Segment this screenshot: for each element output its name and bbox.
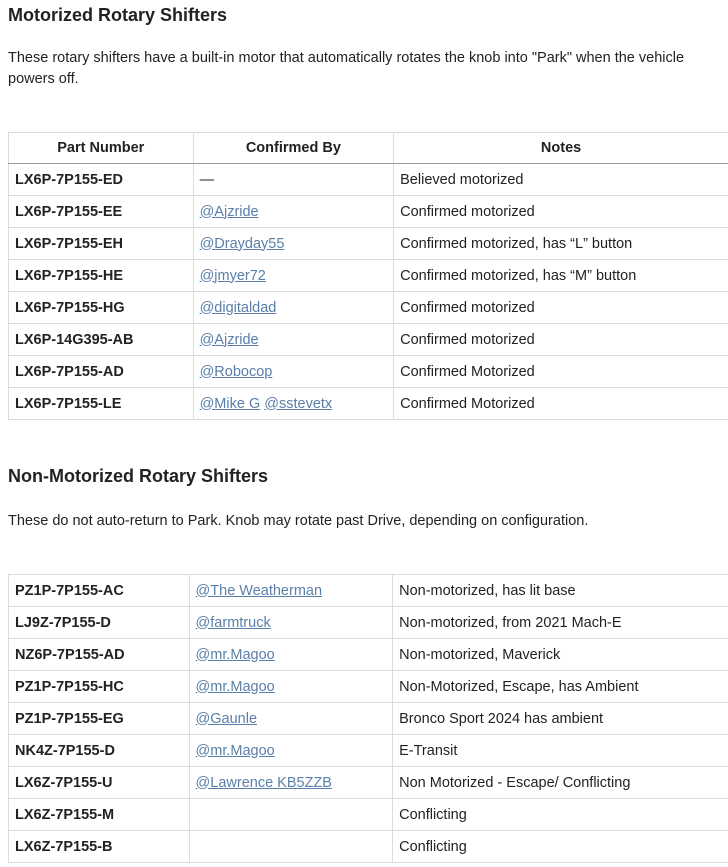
notes-cell: Believed motorized xyxy=(393,163,728,196)
table-row: LX6P-14G395-AB @Ajzride Confirmed motorize… xyxy=(8,323,728,356)
confirmed-by-cell: @jmyer72 xyxy=(192,259,395,292)
confirmed-by-cell: @mr.Magoo xyxy=(188,734,394,767)
part-number-cell: PZ1P-7P155-AC xyxy=(8,574,190,607)
notes-cell: Non-motorized, has lit base xyxy=(392,574,728,607)
user-mention-link[interactable]: @sstevetx xyxy=(264,396,332,412)
notes-cell: Confirmed Motorized xyxy=(393,355,728,388)
table-row: PZ1P-7P155-EG @Gaunle Bronco Sport 2024 ha… xyxy=(8,702,728,735)
confirmed-by-cell: @Ajzride xyxy=(192,195,395,228)
confirmed-by-cell: @Gaunle xyxy=(188,702,394,735)
notes-cell: Non-motorized, Maverick xyxy=(392,638,728,671)
part-number-cell: LX6P-7P155-AD xyxy=(8,355,194,388)
user-mention-link[interactable]: @mr.Magoo xyxy=(196,743,275,759)
notes-cell: Confirmed motorized xyxy=(393,323,728,356)
user-mention-link[interactable]: @mr.Magoo xyxy=(196,647,275,663)
table-row: LX6P-7P155-LE @Mike G @sstevetx Confirmed … xyxy=(8,387,728,420)
notes-cell: Non Motorized - Escape/ Conflicting xyxy=(392,766,728,799)
table-row: LX6Z-7P155-M Conflicting xyxy=(8,798,728,831)
user-mention-link[interactable]: @Gaunle xyxy=(196,711,257,727)
part-number-cell: LX6P-7P155-HE xyxy=(8,259,194,292)
user-mention-link[interactable]: @Ajzride xyxy=(200,204,259,220)
part-number-cell: LJ9Z-7P155-D xyxy=(8,606,190,639)
table-row: LJ9Z-7P155-D @farmtruck Non-motorized, fro… xyxy=(8,606,728,639)
confirmed-by-cell xyxy=(188,830,394,863)
motorized-shifters-table: Part Number Confirmed By Notes LX6P-7P15… xyxy=(8,132,728,420)
user-mention-link[interactable]: @Ajzride xyxy=(200,332,259,348)
table-row: LX6Z-7P155-U @Lawrence KB5ZZB Non Motorize… xyxy=(8,766,728,799)
non-motorized-shifters-table: PZ1P-7P155-AC @The Weatherman Non-motorize… xyxy=(8,574,728,863)
notes-cell: E-Transit xyxy=(392,734,728,767)
confirmed-by-cell: @Mike G @sstevetx xyxy=(192,387,395,420)
notes-cell: Non-Motorized, Escape, has Ambient xyxy=(392,670,728,703)
notes-cell: Confirmed motorized xyxy=(393,195,728,228)
table-row: PZ1P-7P155-HC @mr.Magoo Non-Motorized, Esc… xyxy=(8,670,728,703)
part-number-cell: NK4Z-7P155-D xyxy=(8,734,190,767)
column-header-confirmed-by: Confirmed By xyxy=(192,132,395,164)
confirmed-by-cell: @mr.Magoo xyxy=(188,638,394,671)
table-row: PZ1P-7P155-AC @The Weatherman Non-motorize… xyxy=(8,574,728,607)
confirmed-by-cell: — xyxy=(192,163,395,196)
notes-cell: Confirmed motorized xyxy=(393,291,728,324)
table-row: LX6P-7P155-EE @Ajzride Confirmed motorized xyxy=(8,195,728,228)
notes-cell: Bronco Sport 2024 has ambient xyxy=(392,702,728,735)
part-number-cell: LX6P-7P155-HG xyxy=(8,291,194,324)
part-number-cell: PZ1P-7P155-HC xyxy=(8,670,190,703)
column-header-part-number: Part Number xyxy=(8,132,194,164)
notes-cell: Non-motorized, from 2021 Mach-E xyxy=(392,606,728,639)
notes-cell: Confirmed motorized, has “M” button xyxy=(393,259,728,292)
user-mention-link[interactable]: @Robocop xyxy=(200,364,273,380)
column-header-notes: Notes xyxy=(393,132,728,164)
user-mention-link[interactable]: @The Weatherman xyxy=(196,583,322,599)
part-number-cell: PZ1P-7P155-EG xyxy=(8,702,190,735)
user-mention-link[interactable]: @jmyer72 xyxy=(200,268,266,284)
confirmed-by-cell: @mr.Magoo xyxy=(188,670,394,703)
user-mention-link[interactable]: @Lawrence KB5ZZB xyxy=(196,775,332,791)
part-number-cell: LX6P-7P155-EH xyxy=(8,227,194,260)
user-mention-link[interactable]: @mr.Magoo xyxy=(196,679,275,695)
part-number-cell: LX6P-7P155-EE xyxy=(8,195,194,228)
confirmed-by-cell: @farmtruck xyxy=(188,606,394,639)
confirmed-by-cell xyxy=(188,798,394,831)
part-number-cell: LX6Z-7P155-M xyxy=(8,798,190,831)
confirmed-by-cell: @digitaldad xyxy=(192,291,395,324)
table-row: NZ6P-7P155-AD @mr.Magoo Non-motorized, Mav… xyxy=(8,638,728,671)
motorized-section-title: Motorized Rotary Shifters xyxy=(8,5,228,25)
confirmed-by-cell: @Drayday55 xyxy=(192,227,395,260)
non-motorized-section-title: Non-Motorized Rotary Shifters xyxy=(8,466,269,486)
confirmed-by-cell: @The Weatherman xyxy=(188,574,394,607)
part-number-cell: LX6P-7P155-LE xyxy=(8,387,194,420)
table-row: LX6P-7P155-AD @Robocop Confirmed Motorized xyxy=(8,355,728,388)
table-header-row: Part Number Confirmed By Notes xyxy=(8,132,728,164)
user-mention-link[interactable]: @Mike G xyxy=(200,396,261,412)
notes-cell: Confirmed Motorized xyxy=(393,387,728,420)
motorized-section-description: These rotary shifters have a built-in mo… xyxy=(8,50,685,87)
table-row: LX6P-7P155-ED — Believed motorized xyxy=(8,163,728,196)
part-number-cell: NZ6P-7P155-AD xyxy=(8,638,190,671)
notes-cell: Conflicting xyxy=(392,830,728,863)
confirmed-by-cell: @Ajzride xyxy=(192,323,395,356)
confirmed-by-cell: @Robocop xyxy=(192,355,395,388)
part-number-cell: LX6Z-7P155-B xyxy=(8,830,190,863)
table-row: NK4Z-7P155-D @mr.Magoo E-Transit xyxy=(8,734,728,767)
table-row: LX6P-7P155-HG @digitaldad Confirmed motori… xyxy=(8,291,728,324)
user-mention-link[interactable]: @digitaldad xyxy=(200,300,277,316)
user-mention-link[interactable]: @Drayday55 xyxy=(200,236,285,252)
table-row: LX6P-7P155-HE @jmyer72 Confirmed motorized… xyxy=(8,259,728,292)
confirmed-by-cell: @Lawrence KB5ZZB xyxy=(188,766,394,799)
notes-cell: Conflicting xyxy=(392,798,728,831)
part-number-cell: LX6P-7P155-ED xyxy=(8,163,194,196)
notes-cell: Confirmed motorized, has “L” button xyxy=(393,227,728,260)
table-row: LX6P-7P155-EH @Drayday55 Confirmed motoriz… xyxy=(8,227,728,260)
part-number-cell: LX6P-14G395-AB xyxy=(8,323,194,356)
non-motorized-section-description: These do not auto-return to Park. Knob m… xyxy=(8,513,589,529)
part-number-cell: LX6Z-7P155-U xyxy=(8,766,190,799)
user-mention-link[interactable]: @farmtruck xyxy=(196,615,271,631)
table-row: LX6Z-7P155-B Conflicting xyxy=(8,830,728,863)
